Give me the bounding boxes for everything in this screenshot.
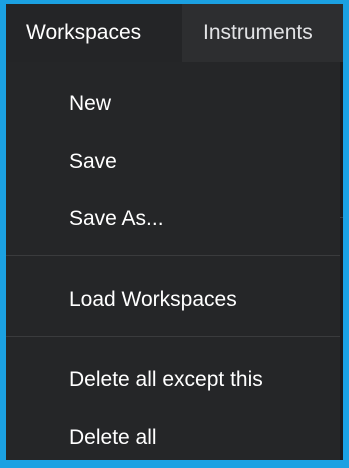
menu-item-new[interactable]: New [6, 76, 340, 132]
menu-bar: Workspaces Instruments [6, 4, 343, 62]
menu-separator [6, 255, 340, 256]
menu-separator [6, 336, 340, 337]
menu-item-save-as[interactable]: Save As... [6, 191, 340, 247]
menu-item-save[interactable]: Save [6, 134, 340, 190]
panel-divider [340, 217, 343, 218]
background-panel-edge [340, 62, 343, 460]
menu-item-delete-all-except-this[interactable]: Delete all except this [6, 352, 340, 408]
menu-item-delete-all[interactable]: Delete all [6, 410, 340, 460]
menu-tab-workspaces[interactable]: Workspaces [6, 4, 182, 62]
workspaces-menu-window: Workspaces Instruments New Save Save As.… [0, 0, 349, 468]
menu-tab-instruments[interactable]: Instruments [203, 4, 313, 62]
menu-item-load-workspaces[interactable]: Load Workspaces [6, 272, 340, 328]
workspaces-dropdown-menu: New Save Save As... Load Workspaces Dele… [6, 62, 340, 460]
